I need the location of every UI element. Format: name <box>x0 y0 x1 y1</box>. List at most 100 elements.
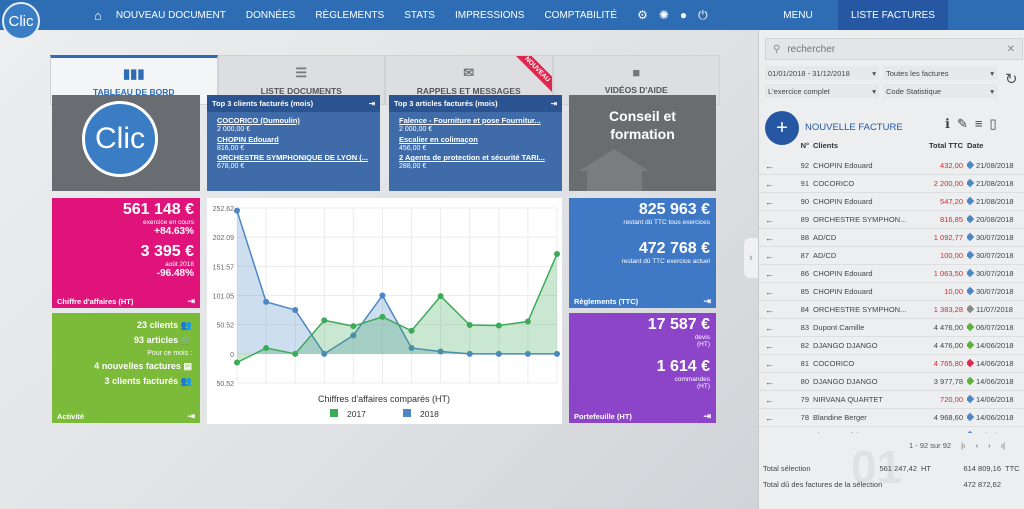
table-row[interactable]: ← 88 AD/CD 1 092,77 30/07/2018 <box>759 229 1024 247</box>
data-point-2018[interactable] <box>292 306 299 313</box>
arrow-left-icon[interactable]: ← <box>765 283 774 301</box>
arrow-left-icon[interactable]: ← <box>765 355 774 373</box>
date-range-select[interactable]: 01/01/2018 - 31/12/2018 ▾ <box>765 66 879 80</box>
portefeuille-tile[interactable]: 17 587 € devis (HT) 1 614 € commandes (H… <box>569 313 716 423</box>
data-point-2017[interactable] <box>292 350 299 357</box>
top-article-link[interactable]: Falence - Fourniture et pose Fournitur..… <box>399 116 556 125</box>
arrow-left-icon[interactable]: ← <box>765 409 774 427</box>
table-row[interactable]: ← 91 COCORICO 2 200,00 21/08/2018 <box>759 175 1024 193</box>
invoice-type-select[interactable]: Toutes les factures ▾ <box>883 66 997 80</box>
data-point-2017[interactable] <box>495 322 502 329</box>
info-icon[interactable]: ℹ <box>945 116 950 132</box>
data-point-2017[interactable] <box>234 359 240 366</box>
data-point-2017[interactable] <box>524 318 531 325</box>
data-point-2017[interactable] <box>466 321 473 328</box>
prev-page-icon[interactable]: ‹ <box>976 441 979 450</box>
top-article-link[interactable]: 2 Agents de protection et sécurité TARI.… <box>399 153 556 162</box>
clic-tile[interactable]: Clic <box>52 95 200 191</box>
col-date[interactable]: Date <box>967 141 1024 150</box>
table-row[interactable]: ← 89 ORCHESTRE SYMPHON... 816,85 20/08/2018 <box>759 211 1024 229</box>
data-point-2017[interactable] <box>350 323 357 330</box>
refresh-icon[interactable]: ↻ <box>1005 70 1018 88</box>
activite-tile[interactable]: 23 clients 👥 93 articles 🛒 Pour ce mois … <box>52 313 200 423</box>
panel-toggle-handle[interactable]: › <box>744 238 758 278</box>
expand-icon[interactable]: ⇥ <box>187 411 195 422</box>
table-row[interactable]: ← 86 CHOPIN Edouard 1 063,50 30/07/2018 <box>759 265 1024 283</box>
arrow-left-icon[interactable]: ← <box>765 211 774 229</box>
expand-icon[interactable]: ⇥ <box>187 296 195 307</box>
data-point-2018[interactable] <box>379 292 386 299</box>
exercise-select[interactable]: L'exercice complet ▾ <box>765 84 879 98</box>
new-invoice-label[interactable]: NOUVELLE FACTURE <box>805 122 903 133</box>
search-input[interactable] <box>787 43 1007 55</box>
table-row[interactable]: ← 77 Thomas Lefebvre4 476,00 14/06/2018 <box>759 427 1024 433</box>
arrow-left-icon[interactable]: ← <box>765 193 774 211</box>
arrow-left-icon[interactable]: ← <box>765 391 774 409</box>
first-page-icon[interactable]: |‹ <box>961 441 965 450</box>
stat-code-select[interactable]: Code Statistique ▾ <box>883 84 997 98</box>
arrow-left-icon[interactable]: ← <box>765 247 774 265</box>
home-icon[interactable]: ⌂ <box>94 8 102 23</box>
data-point-2017[interactable] <box>554 250 560 257</box>
tab-menu[interactable]: MENU <box>758 0 838 30</box>
power-icon[interactable]: ⏻ <box>698 8 708 23</box>
col-total[interactable]: Total TTC <box>907 141 963 150</box>
top-article-link[interactable]: Escalier en colimaçon <box>399 135 556 144</box>
expand-icon[interactable]: ⇥ <box>703 411 711 422</box>
arrow-left-icon[interactable]: ← <box>765 175 774 193</box>
chiffre-affaires-tile[interactable]: 561 148 € exercice en cours +84.63% 3 39… <box>52 198 200 308</box>
lightbulb-icon[interactable]: ✺ <box>659 8 669 22</box>
col-numero[interactable]: N° <box>789 141 809 150</box>
gear-icon[interactable]: ⚙ <box>637 8 648 22</box>
legend-label-2017[interactable]: 2017 <box>347 409 366 419</box>
menu-icon[interactable]: ≡ <box>975 116 983 132</box>
data-point-2018[interactable] <box>234 207 240 214</box>
table-row[interactable]: ← 84 ORCHESTRE SYMPHON... 1 383,28 11/07/201… <box>759 301 1024 319</box>
data-point-2017[interactable] <box>437 293 444 300</box>
table-row[interactable]: ← 90 CHOPIN Edouard 547,20 21/08/2018 <box>759 193 1024 211</box>
nav-donnees[interactable]: DONNÉES <box>246 10 295 21</box>
arrow-left-icon[interactable]: ← <box>765 229 774 247</box>
top-client-link[interactable]: CHOPIN Edouard <box>217 135 374 144</box>
data-point-2017[interactable] <box>408 327 415 334</box>
expand-icon[interactable]: ⇥ <box>369 99 375 108</box>
data-point-2018[interactable] <box>263 298 270 305</box>
arrow-left-icon[interactable]: ← <box>765 427 774 433</box>
nav-stats[interactable]: STATS <box>404 10 435 21</box>
arrow-left-icon[interactable]: ← <box>765 319 774 337</box>
palette-icon[interactable]: ● <box>680 8 687 22</box>
conseil-formation-tile[interactable]: Conseil et formation <box>569 95 716 191</box>
top-client-link[interactable]: COCORICO (Dumoulin) <box>217 116 374 125</box>
nav-nouveau-document[interactable]: NOUVEAU DOCUMENT <box>116 10 226 21</box>
nav-comptabilite[interactable]: COMPTABILITÉ <box>544 10 617 21</box>
table-row[interactable]: ← 83 Dupont Camille 4 476,00 06/07/2018 <box>759 319 1024 337</box>
table-row[interactable]: ← 81 COCORICO 4 765,80 14/06/2018 <box>759 355 1024 373</box>
table-row[interactable]: ← 85 CHOPIN Edouard 10,00 30/07/2018 <box>759 283 1024 301</box>
app-logo[interactable]: Clic <box>2 2 40 40</box>
arrow-left-icon[interactable]: ← <box>765 337 774 355</box>
pdf-icon[interactable]: ▯ <box>989 116 996 132</box>
top-client-link[interactable]: ORCHESTRE SYMPHONIQUE DE LYON (... <box>217 153 374 162</box>
edit-icon[interactable]: ✎ <box>957 116 968 132</box>
data-point-2017[interactable] <box>263 345 270 352</box>
data-point-2017[interactable] <box>321 317 328 324</box>
nav-impressions[interactable]: IMPRESSIONS <box>455 10 524 21</box>
nav-reglements[interactable]: RÈGLEMENTS <box>315 10 384 21</box>
arrow-left-icon[interactable]: ← <box>765 373 774 391</box>
tab-liste-factures[interactable]: LISTE FACTURES <box>838 0 948 30</box>
next-page-icon[interactable]: › <box>988 441 991 450</box>
col-clients[interactable]: Clients <box>813 141 913 150</box>
table-row[interactable]: ← 87 AD/CD 100,00 30/07/2018 <box>759 247 1024 265</box>
table-row[interactable]: ← 80 DJANGO DJANGO 3 977,78 14/06/2018 <box>759 373 1024 391</box>
new-invoice-button[interactable]: + <box>765 111 799 145</box>
table-row[interactable]: ← 92 CHOPIN Edouard 432,00 21/08/2018 <box>759 157 1024 175</box>
reglements-tile[interactable]: 825 963 € restant dû TTC tous exercices … <box>569 198 716 308</box>
close-icon[interactable]: ✕ <box>1007 44 1015 55</box>
arrow-left-icon[interactable]: ← <box>765 265 774 283</box>
expand-icon[interactable]: ⇥ <box>551 99 557 108</box>
last-page-icon[interactable]: ›| <box>1001 441 1005 450</box>
data-point-2017[interactable] <box>379 313 386 320</box>
arrow-left-icon[interactable]: ← <box>765 157 774 175</box>
arrow-left-icon[interactable]: ← <box>765 301 774 319</box>
table-row[interactable]: ← 82 DJANGO DJANGO 4 476,00 14/06/2018 <box>759 337 1024 355</box>
